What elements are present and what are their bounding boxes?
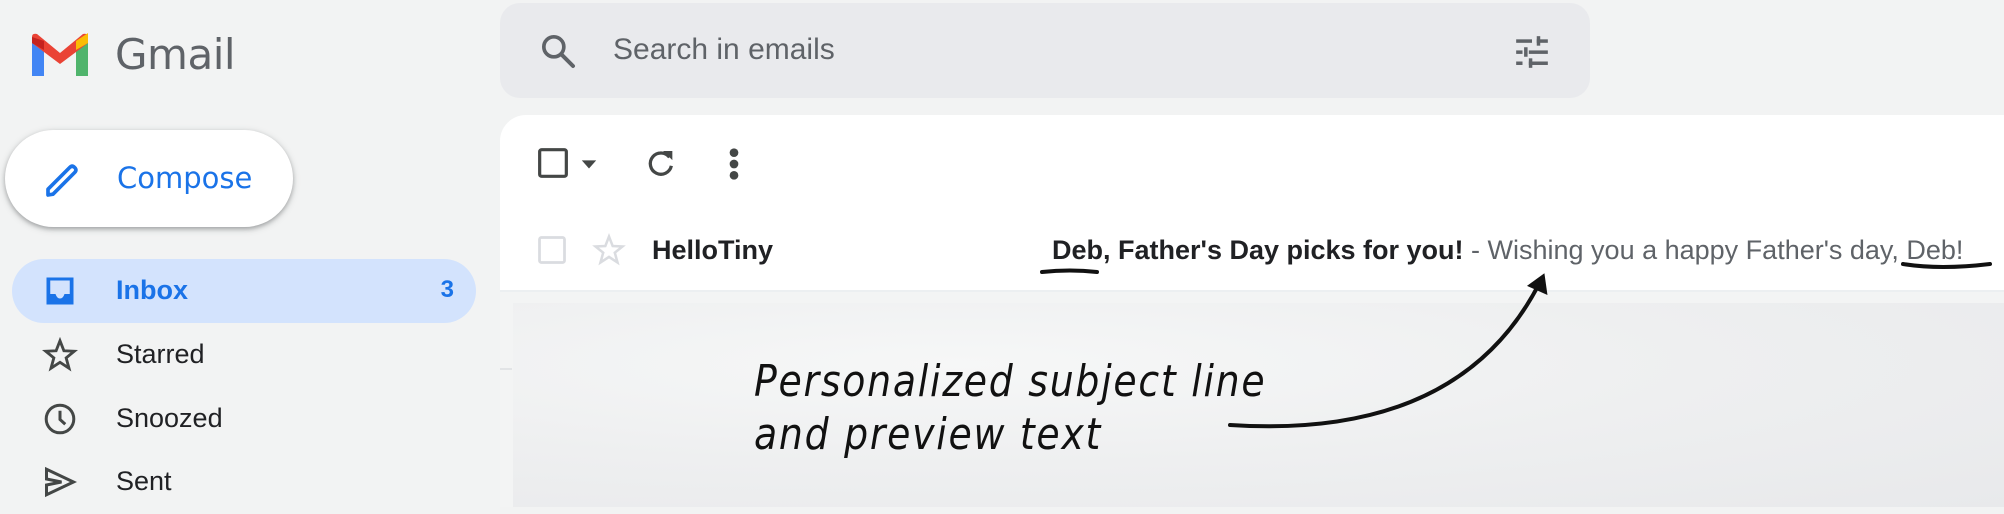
mail-list-panel: HelloTiny Deb, Father's Day picks for yo… [500,115,2004,292]
annotation-line: and preview text [754,409,1103,460]
email-sender: HelloTiny [652,235,774,265]
sidebar-item-label: Snoozed [116,403,223,433]
compose-label: Compose [117,161,253,195]
annotation-text: Personalized subject line and preview te… [754,355,1266,461]
sidebar-item-snoozed[interactable]: Snoozed [12,387,476,451]
clock-icon [44,403,76,435]
email-subject: Deb, Father's Day picks for you! [1052,235,1464,265]
compose-button[interactable]: Compose [5,130,293,227]
unread-count-badge: 3 [440,276,454,303]
caret-down-icon[interactable] [580,155,598,173]
pencil-icon [46,164,78,197]
search-bar[interactable] [500,3,1590,98]
search-options-icon[interactable] [1513,33,1551,71]
sidebar-item-starred[interactable]: Starred [12,323,476,387]
sidebar-item-inbox[interactable]: Inbox 3 [12,259,476,323]
search-icon[interactable] [538,31,578,71]
sidebar-item-sent[interactable]: Sent [12,450,476,514]
annotation-line: Personalized subject line [754,356,1267,407]
sidebar-item-label: Sent [116,466,172,496]
gmail-brand: Gmail [115,30,236,79]
star-icon[interactable] [592,233,626,267]
search-input[interactable] [613,25,1413,75]
email-subject-line: Deb, Father's Day picks for you! - Wishi… [1052,235,1963,266]
select-all-checkbox[interactable] [537,147,569,179]
sidebar-divider [500,368,512,370]
sidebar-item-label: Inbox [116,275,188,305]
row-checkbox[interactable] [537,235,567,265]
star-icon [42,337,78,372]
gmail-logo-icon[interactable] [30,33,90,78]
subject-separator: - [1463,235,1488,265]
send-icon [45,466,78,498]
sidebar-item-label: Starred [116,339,205,369]
more-vert-icon[interactable] [728,147,740,181]
email-snippet: Wishing you a happy Father's day, Deb! [1487,235,1964,265]
refresh-icon[interactable] [644,146,678,180]
email-row[interactable]: HelloTiny Deb, Father's Day picks for yo… [500,215,2004,288]
inbox-icon [46,277,74,305]
